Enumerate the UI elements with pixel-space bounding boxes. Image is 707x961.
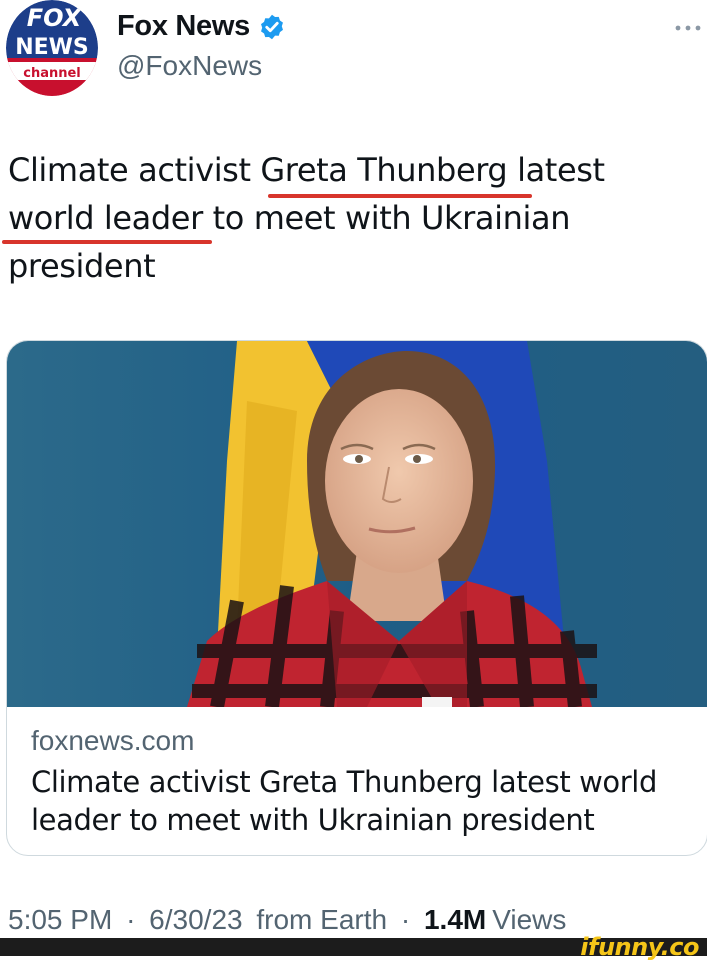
author-handle[interactable]: @FoxNews xyxy=(117,50,262,82)
card-title-line: Climate activist Greta Thunberg latest w… xyxy=(31,765,657,799)
tweet-time[interactable]: 5:05 PM xyxy=(8,904,112,935)
author-display-name[interactable]: Fox News xyxy=(117,10,250,43)
tweet-line: Climate activist Greta Thunberg latest xyxy=(8,151,605,189)
fox-news-logo: FOX NEWS channel xyxy=(6,0,98,96)
ifunny-watermark: ifunny.co xyxy=(580,933,699,961)
author-name-row[interactable]: Fox News xyxy=(117,10,286,43)
card-title: Climate activist Greta Thunberg latest w… xyxy=(31,763,691,839)
svg-text:channel: channel xyxy=(23,66,81,81)
link-preview-card[interactable]: foxnews.com Climate activist Greta Thunb… xyxy=(6,340,707,856)
tweet-date[interactable]: 6/30/23 xyxy=(149,904,242,935)
card-title-line: leader to meet with Ukrainian president xyxy=(31,803,595,837)
tweet-line: world leader to meet with Ukrainian xyxy=(8,199,571,237)
red-underline-annotation xyxy=(2,240,212,244)
card-photo-image xyxy=(7,341,707,707)
red-underline-annotation xyxy=(268,194,532,198)
tweet-line: president xyxy=(8,247,156,285)
verified-badge-icon xyxy=(261,14,283,39)
svg-text:FOX: FOX xyxy=(27,4,83,32)
view-count[interactable]: 1.4M xyxy=(424,904,486,935)
separator: · xyxy=(400,904,411,935)
more-options-icon[interactable] xyxy=(672,16,704,40)
svg-text:NEWS: NEWS xyxy=(15,35,89,60)
views-label[interactable]: Views xyxy=(492,904,566,935)
separator: · xyxy=(126,904,136,935)
tweet-meta: 5:05 PM · 6/30/23 from Earth · 1.4M Views xyxy=(8,904,566,936)
tweet-text: Climate activist Greta Thunberg latest w… xyxy=(8,146,688,290)
author-avatar[interactable]: FOX NEWS channel xyxy=(6,0,98,96)
tweet-source: from Earth xyxy=(256,904,388,935)
card-domain: foxnews.com xyxy=(31,725,195,756)
